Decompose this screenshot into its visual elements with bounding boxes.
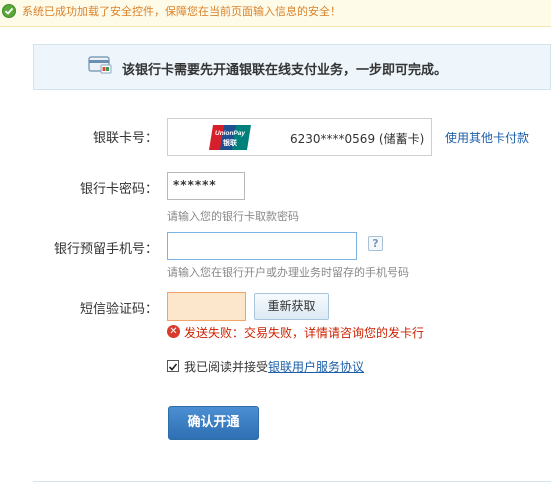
phone-label: 银行预留手机号： xyxy=(54,242,159,257)
unionpay-logo: UnionPay 银联 xyxy=(208,124,252,151)
divider xyxy=(33,481,551,482)
sms-code-input[interactable] xyxy=(167,292,246,321)
agreement-text: 我已阅读并接受银联用户服务协议 xyxy=(184,358,364,375)
svg-text:UnionPay: UnionPay xyxy=(215,130,245,137)
confirm-activate-button[interactable]: 确认开通 xyxy=(168,406,259,440)
phone-hint: 请输入您在银行开户或办理业务时留存的手机号码 xyxy=(167,266,409,279)
help-question-icon[interactable]: ? xyxy=(368,236,383,251)
agreement-checkbox[interactable] xyxy=(167,360,179,372)
security-notice-text: 系统已成功加载了安全控件，保障您在当前页面输入信息的安全！ xyxy=(22,5,341,18)
card-number-display: UnionPay 银联 6230****0569 (储蓄卡) xyxy=(167,118,432,156)
check-circle-icon xyxy=(2,4,16,18)
card-password-input[interactable]: ****** xyxy=(167,172,245,200)
sms-error-message: 发送失败：交易失败，详情请咨询您的发卡行 xyxy=(184,326,425,340)
use-other-card-link[interactable]: 使用其他卡付款 xyxy=(445,129,529,146)
password-hint: 请输入您的银行卡取款密码 xyxy=(167,210,299,223)
card-number-text: 6230****0569 (储蓄卡) xyxy=(290,132,425,146)
agreement-prefix: 我已阅读并接受 xyxy=(184,360,269,374)
service-agreement-link[interactable]: 银联用户服务协议 xyxy=(268,360,364,374)
error-icon: ✕ xyxy=(167,325,180,338)
resend-code-button[interactable]: 重新获取 xyxy=(254,293,329,320)
sms-code-label: 短信验证码： xyxy=(80,302,159,317)
info-banner: 该银行卡需要先开通银联在线支付业务，一步即可完成。 xyxy=(33,44,551,90)
password-label: 银行卡密码： xyxy=(80,182,159,197)
svg-text:银联: 银联 xyxy=(223,138,238,147)
bank-card-icon xyxy=(88,55,112,75)
phone-input[interactable] xyxy=(167,232,357,260)
banner-text: 该银行卡需要先开通银联在线支付业务，一步即可完成。 xyxy=(122,63,448,78)
security-notice-bar: 系统已成功加载了安全控件，保障您在当前页面输入信息的安全！ xyxy=(0,0,551,27)
card-number-label: 银联卡号： xyxy=(93,131,159,146)
